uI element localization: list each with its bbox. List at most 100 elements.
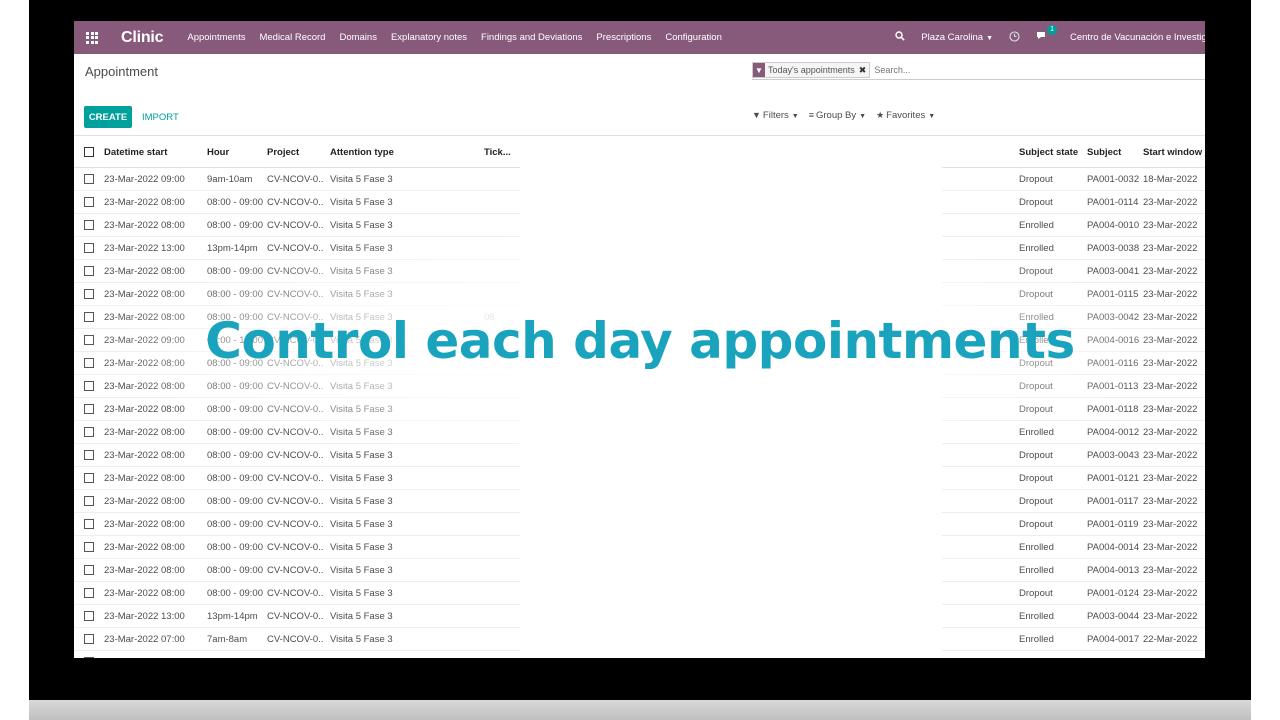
location-switcher[interactable]: Plaza Carolina ▼ [921, 32, 993, 43]
row-checkbox[interactable] [84, 191, 94, 213]
row-checkbox[interactable] [84, 444, 94, 466]
cell-ticket [484, 237, 518, 259]
cell-subject: PA003-0041 [1087, 265, 1140, 277]
cell-hour: 08:00 - 09:00 [207, 518, 263, 530]
cell-subject: PA003-0044 [1087, 610, 1140, 622]
search-bar: ▼ Today's appointments ✖ [752, 61, 1205, 80]
row-checkbox[interactable] [84, 168, 94, 190]
column-hour[interactable]: Hour [207, 137, 265, 167]
row-checkbox[interactable] [84, 283, 94, 305]
row-checkbox[interactable] [84, 467, 94, 489]
cell-subject-state: Dropout [1019, 380, 1053, 392]
cell-datetime: 23-Mar-2022 09:00 [104, 173, 185, 185]
row-checkbox[interactable] [84, 375, 94, 397]
cell-start-window: 23-Mar-2022 [1143, 265, 1198, 277]
column-subject[interactable]: Subject [1087, 137, 1141, 167]
app-brand[interactable]: Clinic [121, 29, 164, 47]
cell-datetime: 23-Mar-2022 08:00 [104, 472, 185, 484]
filters-button[interactable]: ▼ Filters ▼ [752, 110, 799, 121]
cell-start-window: 23-Mar-2022 [1143, 518, 1198, 530]
column-start-window[interactable]: Start window [1143, 137, 1203, 167]
cell-subject-state: Dropout [1019, 196, 1053, 208]
row-checkbox[interactable] [84, 237, 94, 259]
cell-start-window: 23-Mar-2022 [1143, 495, 1198, 507]
row-checkbox[interactable] [84, 605, 94, 627]
cell-start-window: 23-Mar-2022 [1143, 403, 1198, 415]
cell-attention-type: Visita 5 Fase 3 [330, 288, 393, 300]
cell-project: CV-NCOV-0... [267, 403, 323, 415]
cell-attention-type: Visita 5 Fase 3 [330, 651, 480, 659]
row-checkbox[interactable] [84, 651, 94, 658]
cell-hour: 08:00 - 09:00 [207, 426, 263, 438]
cell-subject-state: Enrolled [1019, 633, 1054, 645]
clock-icon[interactable] [1009, 30, 1020, 45]
column-attention-type[interactable]: Attention type [330, 137, 480, 167]
menu-domains[interactable]: Domains [339, 32, 377, 43]
favorites-button[interactable]: ★ Favorites ▼ [876, 110, 935, 121]
close-icon[interactable]: ✖ [859, 65, 867, 76]
search-icon[interactable] [895, 31, 905, 44]
column-ticket[interactable]: Tick... [484, 137, 518, 167]
row-checkbox[interactable] [84, 513, 94, 535]
search-facet: ▼ Today's appointments ✖ [752, 62, 871, 78]
row-checkbox[interactable] [84, 582, 94, 604]
cell-project: CV-NCOV-0... [267, 610, 323, 622]
menu-appointments[interactable]: Appointments [187, 32, 245, 43]
cell-datetime: 23-Mar-2022 08:00 [104, 518, 185, 530]
select-all-checkbox[interactable] [84, 137, 94, 167]
row-checkbox[interactable] [84, 398, 94, 420]
row-checkbox[interactable] [84, 260, 94, 282]
cell-subject-state: Dropout [1019, 403, 1053, 415]
apps-icon[interactable] [75, 21, 109, 54]
cell-hour: 08:00 - 09:00 [207, 219, 263, 231]
import-button[interactable]: IMPORT [142, 106, 179, 128]
row-checkbox[interactable] [84, 214, 94, 236]
create-button[interactable]: CREATE [84, 106, 132, 128]
cell-subject-state: Enrolled [1019, 426, 1054, 438]
chat-icon[interactable]: 1 [1036, 25, 1057, 44]
menu-prescriptions[interactable]: Prescriptions [596, 32, 651, 43]
row-checkbox[interactable] [84, 628, 94, 650]
cell-subject: PA001-0113 [1087, 380, 1139, 392]
cell-subject-state: Dropout [1019, 651, 1083, 659]
cell-attention-type: Visita 5 Fase 3 [330, 403, 393, 415]
cell-attention-type: Visita 5 Fase 3 [330, 541, 393, 553]
cell-subject-state: Enrolled [1019, 219, 1054, 231]
location-label: Plaza Carolina [921, 32, 984, 43]
menu-explanatory-notes[interactable]: Explanatory notes [391, 32, 467, 43]
cell-project: CV-NCOV-0... [267, 651, 323, 659]
cell-project: CV-NCOV-0... [267, 380, 323, 392]
row-checkbox[interactable] [84, 421, 94, 443]
cell-attention-type: Visita 5 Fase 3 [330, 495, 393, 507]
search-options: ▼ Filters ▼ ≡ Group By ▼ ★ Favorites ▼ [752, 110, 945, 121]
cell-subject: PA004-0017 [1087, 633, 1140, 645]
column-subject-state[interactable]: Subject state [1019, 137, 1083, 167]
row-checkbox[interactable] [84, 536, 94, 558]
cell-ticket [484, 651, 518, 658]
cell-subject-state: Dropout [1019, 173, 1053, 185]
company-name[interactable]: Centro de Vacunación e Investiga [1070, 32, 1205, 43]
cell-ticket [484, 260, 518, 282]
cell-start-window: 23-Mar-2022 [1143, 449, 1198, 461]
column-datetime-start[interactable]: Datetime start [104, 137, 204, 167]
cell-hour: 13pm-14pm [207, 242, 258, 254]
cell-project: CV-NCOV-0... [267, 541, 323, 553]
menu-medical-record[interactable]: Medical Record [259, 32, 325, 43]
cell-attention-type: Visita 5 Fase 3 [330, 564, 393, 576]
filter-icon: ▼ [753, 63, 765, 77]
search-input[interactable] [874, 65, 1175, 75]
row-checkbox[interactable] [84, 490, 94, 512]
groupby-button[interactable]: ≡ Group By ▼ [809, 110, 866, 121]
cell-subject-state: Dropout [1019, 495, 1053, 507]
cell-datetime: 23-Mar-2022 08:00 [104, 651, 204, 659]
cell-project: CV-NCOV-0... [267, 288, 323, 300]
cell-datetime: 23-Mar-2022 08:00 [104, 403, 185, 415]
row-checkbox[interactable] [84, 559, 94, 581]
cell-subject: PA003-0038 [1087, 242, 1140, 254]
column-project[interactable]: Project [267, 137, 323, 167]
cell-ticket [484, 444, 518, 466]
cell-ticket [484, 168, 518, 190]
menu-configuration[interactable]: Configuration [665, 32, 722, 43]
cell-datetime: 23-Mar-2022 08:00 [104, 380, 185, 392]
menu-findings-deviations[interactable]: Findings and Deviations [481, 32, 582, 43]
